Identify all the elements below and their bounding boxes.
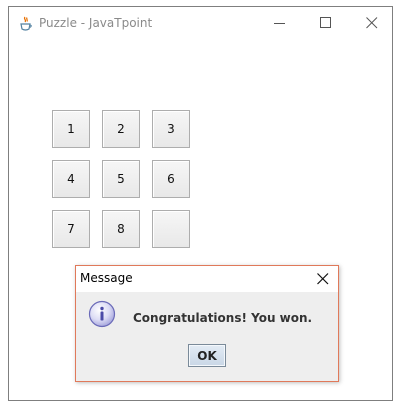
- window-titlebar[interactable]: Puzzle - JavaTpoint: [9, 7, 392, 40]
- dialog-close-button[interactable]: [314, 270, 332, 288]
- empty-tile-button[interactable]: [152, 210, 190, 248]
- dialog-titlebar[interactable]: Message: [76, 266, 338, 292]
- dialog-title: Message: [80, 271, 133, 285]
- tile-button[interactable]: 7: [52, 210, 90, 248]
- maximize-button[interactable]: [303, 7, 349, 40]
- close-icon: [366, 17, 378, 29]
- tile-button[interactable]: 8: [102, 210, 140, 248]
- tile-button[interactable]: 1: [52, 110, 90, 148]
- tile-button[interactable]: 4: [52, 160, 90, 198]
- info-icon: [88, 300, 116, 328]
- tile-button[interactable]: 3: [152, 110, 190, 148]
- ok-button[interactable]: OK: [188, 344, 226, 367]
- maximize-icon: [320, 17, 331, 28]
- tile-button[interactable]: 2: [102, 110, 140, 148]
- dialog-message: Congratulations! You won.: [133, 311, 313, 325]
- minimize-button[interactable]: [257, 7, 303, 40]
- window-title: Puzzle - JavaTpoint: [39, 16, 153, 30]
- minimize-icon: [274, 23, 285, 24]
- message-dialog: Message Congratulations! You won. OK: [75, 265, 339, 382]
- close-button[interactable]: [349, 7, 395, 40]
- tile-button[interactable]: 6: [152, 160, 190, 198]
- java-coffee-cup-icon: [18, 16, 34, 32]
- close-icon: [317, 273, 329, 285]
- tile-button[interactable]: 5: [102, 160, 140, 198]
